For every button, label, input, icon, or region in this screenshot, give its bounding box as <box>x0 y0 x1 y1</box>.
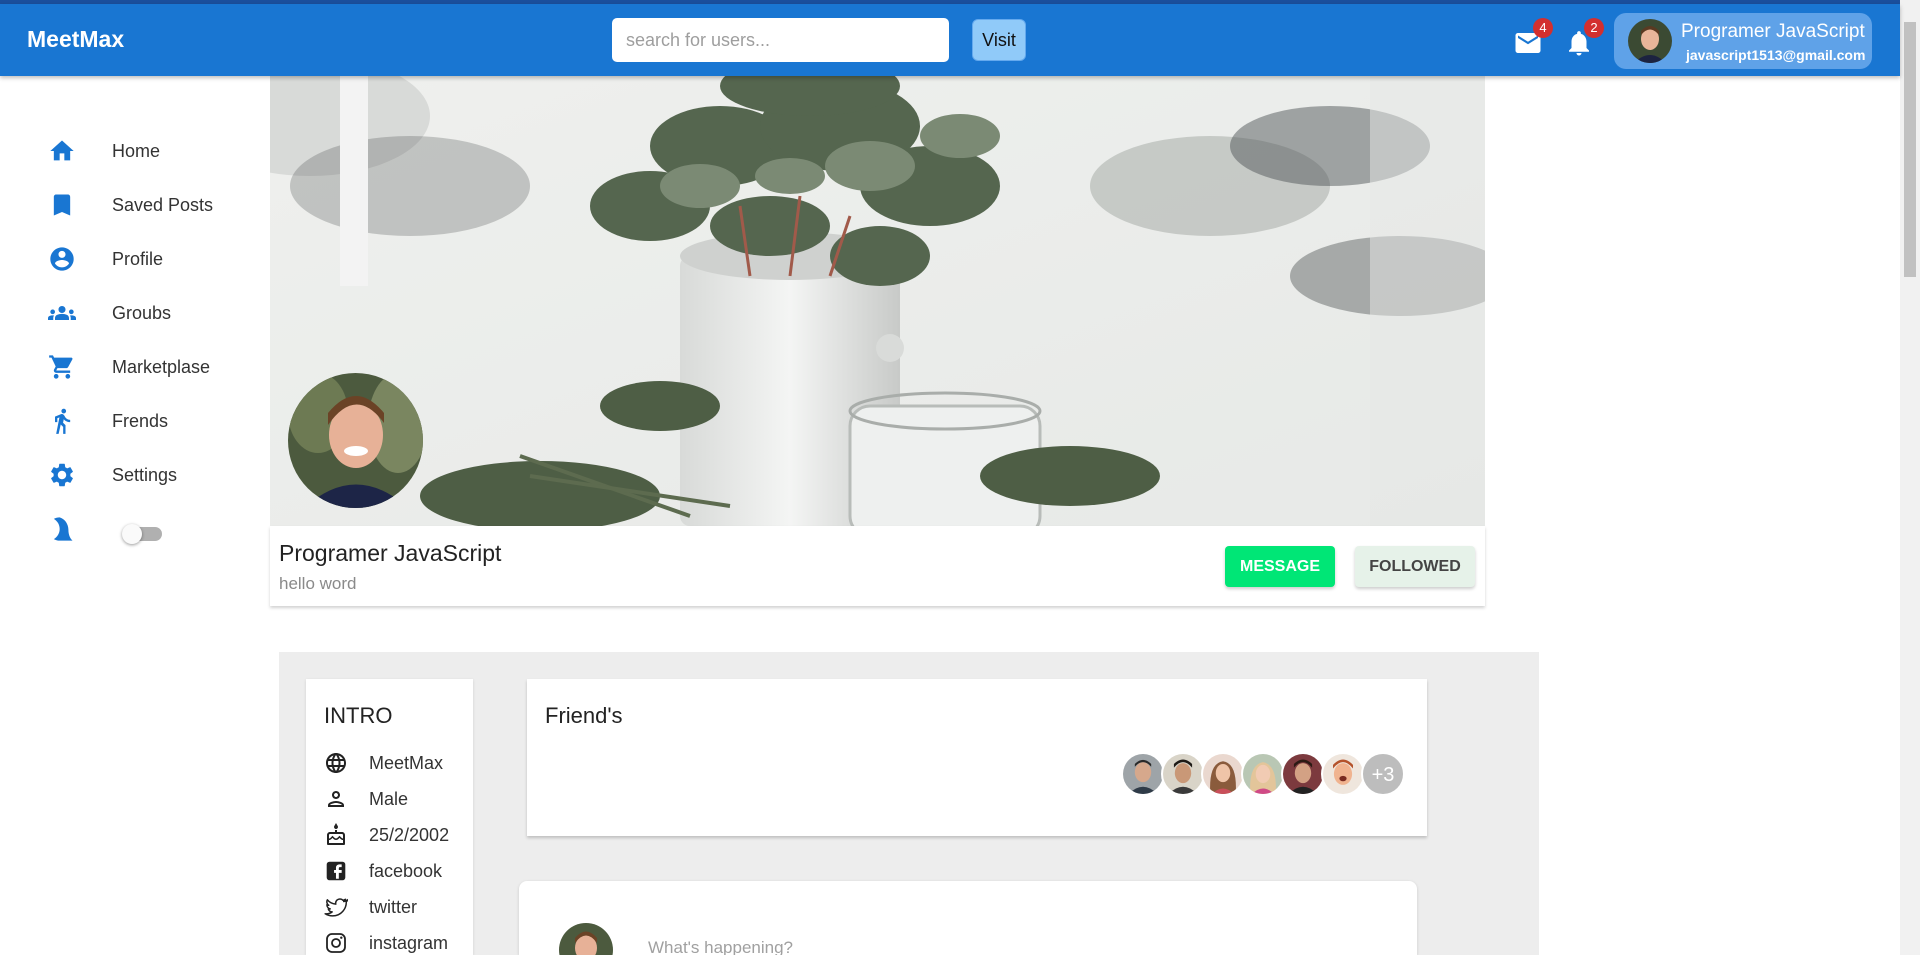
user-chip[interactable]: Programer JavaScript javascript1513@gmai… <box>1614 13 1872 69</box>
sidebar: Home Saved Posts Profile Groubs Marketpl… <box>0 76 265 955</box>
followed-button[interactable]: FOLLOWED <box>1355 546 1475 587</box>
sidebar-item-label: Marketplase <box>112 356 211 377</box>
notifications-badge: 2 <box>1584 18 1604 38</box>
sidebar-item-marketplace[interactable]: Marketplase <box>48 347 248 387</box>
friends-title: Friend's <box>545 703 623 728</box>
sidebar-item-label: Settings <box>112 464 178 485</box>
intro-row-facebook[interactable]: facebook <box>324 856 474 886</box>
sidebar-item-friends[interactable]: Frends <box>48 401 248 441</box>
bookmark-icon <box>53 194 71 216</box>
mail-badge: 4 <box>1533 18 1553 38</box>
instagram-icon <box>326 933 346 953</box>
twitter-icon <box>324 898 348 917</box>
intro-website: MeetMax <box>369 752 444 773</box>
intro-row-instagram[interactable]: instagram <box>324 928 474 955</box>
more-friends-count[interactable]: +3 <box>1361 752 1405 796</box>
user-name: Programer JavaScript <box>1681 21 1865 42</box>
avatar <box>1628 19 1672 63</box>
cover-photo <box>270 76 1485 526</box>
profile-avatar[interactable] <box>288 373 423 508</box>
intro-twitter-link[interactable]: twitter <box>369 897 417 918</box>
scrollbar-thumb[interactable] <box>1904 22 1916 277</box>
create-post-card <box>519 881 1417 955</box>
gear-icon <box>51 463 73 487</box>
message-button[interactable]: MESSAGE <box>1225 546 1335 587</box>
friend-avatar[interactable] <box>1121 752 1165 796</box>
cart-icon <box>49 355 73 379</box>
friend-avatar[interactable] <box>1321 752 1365 796</box>
post-author-avatar <box>559 923 613 955</box>
profile-bio: hello word <box>279 574 357 593</box>
moon-icon <box>53 517 73 541</box>
user-email: javascript1513@gmail.com <box>1686 47 1866 63</box>
friends-card: Friend's +3 <box>527 679 1427 836</box>
post-input[interactable] <box>648 938 1348 955</box>
page-scrollbar[interactable] <box>1900 0 1920 955</box>
globe-icon <box>326 753 346 773</box>
sidebar-item-saved-posts[interactable]: Saved Posts <box>48 185 248 225</box>
sidebar-item-label: Frends <box>112 410 169 431</box>
dark-mode-toggle[interactable] <box>122 524 166 544</box>
sidebar-item-label: Home <box>112 140 161 161</box>
intro-facebook-link[interactable]: facebook <box>369 861 442 882</box>
facebook-icon <box>326 861 346 881</box>
profile-name: Programer JavaScript <box>279 540 502 566</box>
intro-gender: Male <box>369 788 409 809</box>
friend-avatar[interactable] <box>1201 752 1245 796</box>
intro-instagram-link[interactable]: instagram <box>369 933 448 954</box>
notifications-button[interactable]: 2 <box>1564 18 1604 58</box>
intro-row-twitter[interactable]: twitter <box>324 892 474 922</box>
intro-row-birthday: 25/2/2002 <box>324 820 474 850</box>
person-walking-icon <box>55 408 71 434</box>
cover-image <box>270 76 1485 526</box>
sidebar-item-home[interactable]: Home <box>48 131 248 171</box>
friend-avatar[interactable] <box>1161 752 1205 796</box>
toggle-thumb <box>122 524 142 544</box>
sidebar-item-label: Groubs <box>112 302 172 323</box>
sidebar-item-profile[interactable]: Profile <box>48 239 248 279</box>
sidebar-item-settings[interactable]: Settings <box>48 455 248 495</box>
intro-card: INTRO MeetMax Male 25/2/2002 facebook tw… <box>306 679 473 955</box>
friend-avatar[interactable] <box>1241 752 1285 796</box>
mail-button[interactable]: 4 <box>1513 18 1553 58</box>
home-icon <box>50 140 74 161</box>
app-bar: MeetMax Visit 4 2 Programer JavaScript j… <box>0 4 1900 76</box>
profile-header-card: Programer JavaScript hello word MESSAGE … <box>270 526 1485 606</box>
intro-row-website: MeetMax <box>324 748 474 778</box>
sidebar-item-label: Saved Posts <box>112 194 214 215</box>
account-circle-icon <box>50 247 74 271</box>
friend-avatar[interactable] <box>1281 752 1325 796</box>
intro-row-gender: Male <box>324 784 474 814</box>
sidebar-item-label: Profile <box>112 248 164 269</box>
visit-button[interactable]: Visit <box>972 19 1026 61</box>
person-icon <box>328 791 344 807</box>
intro-birthday: 25/2/2002 <box>369 824 450 845</box>
dark-mode-item <box>48 509 108 549</box>
intro-title: INTRO <box>324 703 393 728</box>
groups-icon <box>48 306 76 320</box>
cake-icon <box>327 823 345 845</box>
brand-logo[interactable]: MeetMax <box>27 26 124 53</box>
sidebar-item-groups[interactable]: Groubs <box>48 293 248 333</box>
search-input[interactable] <box>612 18 949 62</box>
